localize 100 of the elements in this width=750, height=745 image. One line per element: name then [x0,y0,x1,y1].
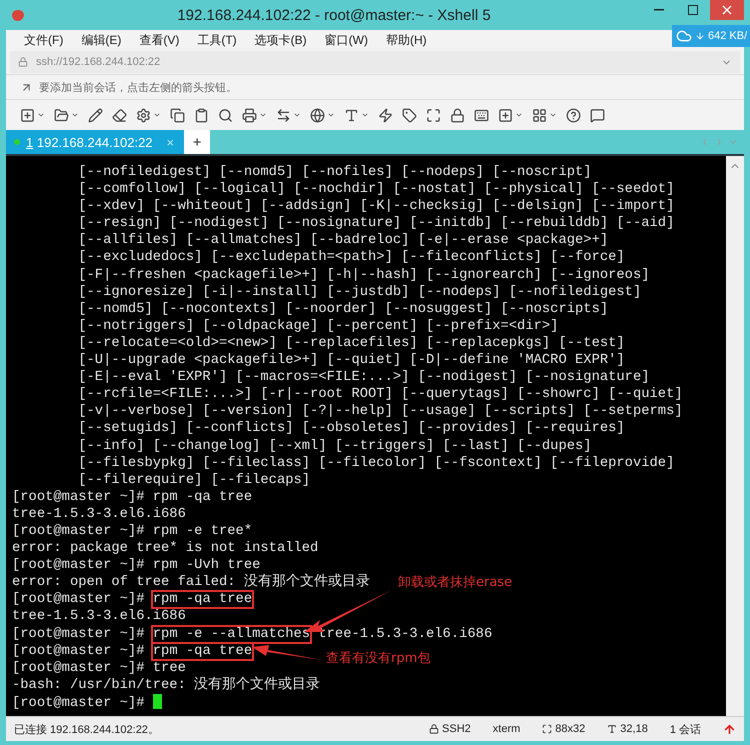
shell-prompt: [root@master ~]# [12,490,144,505]
chat-icon[interactable] [590,108,605,122]
caret-icon[interactable] [259,111,267,119]
shell-prompt: [root@master ~]# [12,696,144,711]
caret-icon[interactable] [515,111,523,119]
protocol-text: SSH2 [442,723,471,735]
annotation-text: 查看有没有rpm包 [326,650,430,667]
hint-text: 要添加当前会话，点击左侧的箭头按钮。 [39,80,237,94]
speed-text: 642 KB/ [708,30,748,42]
pencil-icon[interactable] [88,108,103,122]
shell-prompt: [root@master ~]# [12,558,144,574]
minimize-icon [654,9,664,11]
cursor-position-text: 32,18 [620,723,648,735]
caret-icon[interactable] [293,111,301,119]
size-icon [542,724,552,734]
shell-prompt: [root@master ~]# [12,592,144,608]
add-icon[interactable] [498,108,513,122]
shell-command: rpm -e tree* [152,522,254,541]
shell-prompt: [root@master ~]# [12,660,144,676]
cursor-position-icon [607,724,618,734]
folder-icon[interactable] [54,108,69,122]
menu-item[interactable]: 文件(F) [24,32,64,48]
terminal-output: -bash: /usr/bin/tree: 没有那个文件或目录 [12,678,320,693]
window-title: 192.168.244.102:22 - root@master:~ - Xshell 5 [176,6,492,24]
status-dot-icon [14,139,20,145]
terminal-output: tree-1.5.3-3.el6.i686 [12,506,186,522]
font-icon[interactable] [344,108,359,122]
terminal-size-text: 88x32 [555,723,586,735]
menu-item[interactable]: 窗口(W) [324,32,368,48]
terminal-output: [--resign] [--nodigest] [--nosignature] [--initdb] [--rebuilddb] [--aid] [77,216,674,232]
new-tab-button[interactable]: + [184,130,210,154]
menu-item[interactable]: 选项卡(B) [254,32,307,48]
keyboard-icon[interactable] [474,108,489,122]
highlighted-command: rpm -qa tree [150,642,254,661]
new-window-icon[interactable] [20,108,35,122]
command-argument: tree-1.5.3-3.el6.i686 [318,626,492,642]
shell-command: rpm -Uvh tree [152,557,262,574]
menu-item[interactable]: 查看(V) [139,32,180,48]
layout-icon[interactable] [532,108,547,122]
shell-prompt: [root@master ~]# [12,644,144,659]
tag-icon[interactable] [402,108,417,122]
close-icon [722,5,732,15]
terminal-output: [-E|--eval 'EXPR'] [--macros=<FILE:...>] [--nodigest] [--nosignature] [77,370,650,386]
search-icon[interactable] [218,108,233,122]
terminal-output: [--nomd5] [--nocontexts] [--noorder] [--nosuggest] [--noscripts] [77,302,608,317]
terminal-output: [--xdev] [--whiteout] [--addsign] [-K|--checksig] [--delsign] [--import] [77,199,674,214]
menu-item[interactable]: 帮助(H) [386,32,427,48]
caret-icon[interactable] [327,111,335,119]
close-button[interactable] [710,0,744,20]
settings-icon[interactable] [136,108,151,122]
eraser-icon[interactable] [112,108,127,122]
terminal-output: [--filerequire] [--filecaps] [77,472,310,488]
app-logo-icon [10,8,26,22]
terminal-output: [-F|--freshen <packagefile>+] [-h|--hash] [--ignorearch] [--ignoreos] [77,268,650,283]
shell-prompt: [root@master ~]# [12,626,144,642]
globe-icon[interactable] [310,108,325,122]
session-count-text: 1 会话 [670,722,701,736]
fullscreen-icon[interactable] [426,108,441,122]
highlighted-command: rpm -qa tree [150,590,254,610]
terminal-output: [--nofiledigest] [--nomd5] [--nofiles] [--nodeps] [--noscript] [77,165,592,180]
up-arrow-icon[interactable] [723,722,736,736]
lightning-icon[interactable] [378,108,393,122]
cloud-icon [676,28,692,44]
caret-icon[interactable] [549,111,557,119]
terminal-output: [--comfollow] [--logical] [--nochdir] [--nostat] [--physical] [--seedot] [77,182,674,198]
terminal-output: [--relocate=<old>=<new>] [--replacefiles] [--replacepkgs] [--test] [77,336,625,351]
terminal-output: [--allfiles] [--allmatches] [--badreloc] [-e|--erase <package>+] [77,233,608,248]
lock-icon [18,57,28,67]
shell-prompt: [root@master ~]# [12,524,144,539]
terminal-output: error: open of tree failed: 没有那个文件或目录 [12,575,370,590]
terminal-output: [--info] [--changelog] [--xml] [--triggers] [--last] [--dupes] [77,438,592,454]
menu-item[interactable]: 编辑(E) [81,32,122,48]
terminal-type-text: xterm [492,723,520,735]
copy-icon[interactable] [170,108,185,122]
shell-command: rpm -qa tree [152,488,254,507]
maximize-icon [688,5,698,15]
terminal-output: [-U|--upgrade <packagefile>+] [--quiet] [-D|--define 'MACRO EXPR'] [77,353,625,368]
shell-command: tree [152,660,187,678]
terminal-output: error: package tree* is not installed [12,541,318,556]
highlighted-command: rpm -e --allmatches [150,624,312,644]
connection-status: 已连接 192.168.244.102:22。 [14,722,160,736]
caret-icon[interactable] [361,111,369,119]
transfer-icon[interactable] [276,108,291,122]
lock-icon [429,724,440,734]
caret-icon[interactable] [37,111,45,119]
caret-icon[interactable] [71,111,79,119]
lock-icon[interactable] [450,108,465,122]
caret-icon[interactable] [153,111,161,119]
annotation-text: 卸载或者抹掉erase [398,574,512,591]
menu-item[interactable]: 工具(T) [197,32,237,48]
terminal-output: [--excludedocs] [--excludepath=<path>] [--fileconflicts] [--force] [77,250,625,266]
download-arrow-icon [695,31,705,41]
clipboard-icon[interactable] [194,108,209,122]
printer-icon[interactable] [242,108,257,122]
terminal-output: [--notriggers] [--oldpackage] [--percent] [--prefix=<dir>] [77,318,558,334]
terminal-output: [--filesbypkg] [--fileclass] [--filecolor] [--fscontext] [--fileprovide] [77,456,674,471]
help-icon[interactable] [566,108,581,122]
terminal-output: tree-1.5.3-3.el6.i686 [12,609,186,624]
terminal-output: [--setugids] [--conflicts] [--obsoletes] [--provides] [--requires] [77,421,625,436]
terminal-output: [--ignoresize] [-i|--install] [--justdb] [--nodeps] [--nofiledigest] [77,284,642,300]
